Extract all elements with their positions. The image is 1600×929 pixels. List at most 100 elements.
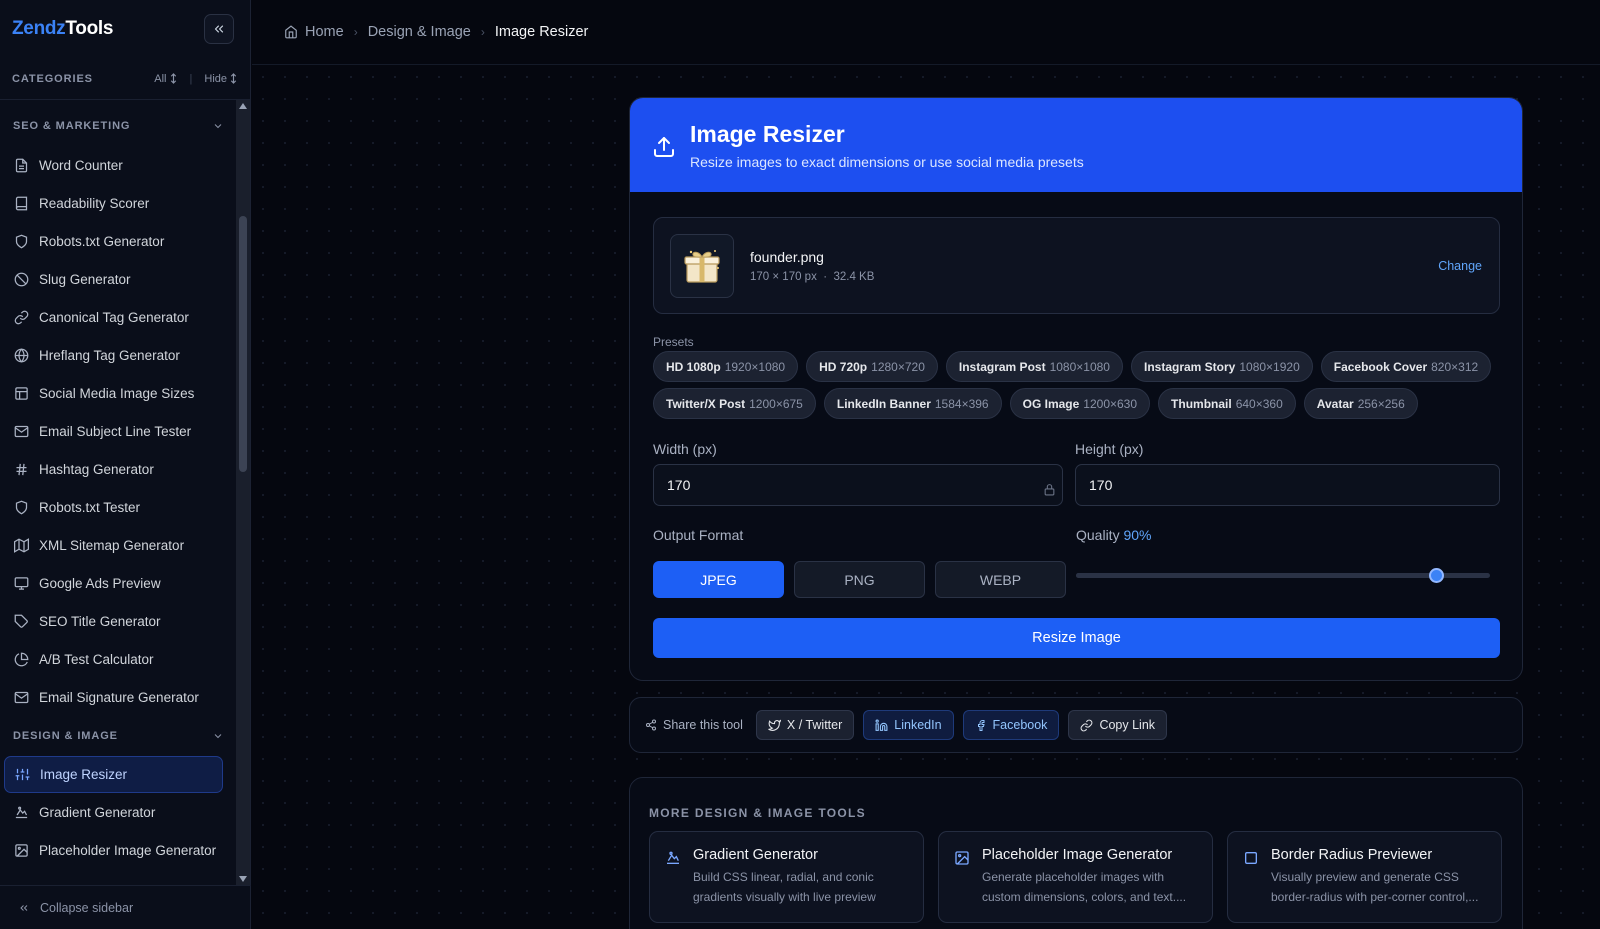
tool-card-border-radius-previewer[interactable]: Border Radius Previewer Visually preview… [1227,831,1502,923]
gradient-icon [13,804,29,820]
scroll-down-icon[interactable] [239,876,247,882]
preset-name: Thumbnail [1171,396,1232,411]
preset-name: HD 1080p [666,359,721,374]
height-input[interactable]: 170 [1075,464,1500,506]
breadcrumb-category[interactable]: Design & Image [368,24,471,40]
quality-value: 90% [1123,527,1152,543]
preset-chip[interactable]: HD 720p 1280×720 [806,351,938,382]
preset-chip[interactable]: Avatar 256×256 [1303,388,1418,419]
share-button-label: X / Twitter [786,718,843,732]
file-info: founder.png 170 × 170 px · 32.4 KB [750,249,874,283]
sidebar-item-hreflang-tag-generator[interactable]: Hreflang Tag Generator [0,336,231,374]
preset-chip[interactable]: Thumbnail 640×360 [1158,388,1296,419]
sidebar-item-placeholder-image-generator[interactable]: Placeholder Image Generator [0,831,231,869]
share-linkedin-button[interactable]: LinkedIn [863,710,954,740]
tool-card-gradient-generator[interactable]: Gradient Generator Build CSS linear, rad… [649,831,924,923]
breadcrumb-home[interactable]: Home [284,24,344,40]
sidebar-item-label: Image Resizer [40,767,128,782]
gift-image-icon [684,249,720,283]
format-png-button[interactable]: PNG [794,561,925,598]
sidebar-item-slug-generator[interactable]: Slug Generator [0,260,231,298]
tool-card-desc: Build CSS linear, radial, and conic grad… [693,870,876,904]
copy-link-button[interactable]: Copy Link [1068,710,1168,740]
preset-chip[interactable]: Instagram Post 1080×1080 [945,351,1123,382]
quality-slider[interactable] [1076,568,1490,583]
facebook-icon [977,719,985,731]
sidebar-item-label: Canonical Tag Generator [39,309,189,325]
more-tools: MORE DESIGN & IMAGE TOOLS Gradient Gener… [629,777,1523,929]
width-value: 170 [667,477,691,493]
sidebar-item-label: Placeholder Image Generator [39,842,217,858]
sidebar-item-robots-tester[interactable]: Robots.txt Tester [0,488,231,526]
categories-label: CATEGORIES [12,72,93,85]
file-dimensions: 170 × 170 px [750,270,817,283]
preset-chip[interactable]: Twitter/X Post 1200×675 [653,388,816,419]
sidebar-item-label: Social Media Image Sizes [39,385,195,401]
collapse-sidebar-link[interactable]: Collapse sidebar [0,885,251,929]
preset-chip[interactable]: LinkedIn Banner 1584×396 [823,388,1002,419]
preset-dims: 256×256 [1357,396,1405,411]
share-twitter-button[interactable]: X / Twitter [755,710,855,740]
change-file-button[interactable]: Change [1438,259,1482,273]
width-input[interactable]: 170 [653,464,1063,506]
sidebar-item-email-subject-line-tester[interactable]: Email Subject Line Tester [0,412,231,450]
gradient-icon [665,850,681,866]
sidebar-item-email-signature-generator[interactable]: Email Signature Generator [0,678,231,716]
preset-chip[interactable]: HD 1080p 1920×1080 [653,351,799,382]
sidebar-item-readability-scorer[interactable]: Readability Scorer [0,184,231,222]
sidebar-item-label: Hashtag Generator [39,461,154,477]
height-value: 170 [1089,477,1113,493]
section-design-image[interactable]: DESIGN & IMAGE [0,716,236,756]
shield-icon [13,499,29,515]
lock-icon[interactable] [1043,483,1056,496]
preset-chip[interactable]: Instagram Story 1080×1920 [1130,351,1313,382]
sidebar-item-google-ads-preview[interactable]: Google Ads Preview [0,564,231,602]
preset-chip[interactable]: OG Image 1200×630 [1009,388,1151,419]
share-facebook-button[interactable]: Facebook [962,710,1060,740]
layout-icon [13,385,29,401]
pie-icon [13,651,29,667]
sidebar-item-word-counter[interactable]: Word Counter [0,146,231,184]
share-icon [646,719,656,731]
quality-slider-handle[interactable] [1429,568,1445,583]
file-meta: 170 × 170 px · 32.4 KB [750,271,874,283]
tool-card-name: Border Radius Previewer [1271,847,1433,863]
all-toggle[interactable]: All [154,73,177,85]
sidebar-item-label: Email Subject Line Tester [39,423,192,439]
chevrons-left-icon [214,25,224,33]
scrollbar-thumb[interactable] [239,216,247,472]
collapse-sidebar-button[interactable] [204,14,234,44]
chevrons-left-icon [20,904,28,911]
preset-dims: 1200×630 [1083,396,1138,411]
chevron-right-icon: › [480,25,485,39]
sidebar-item-canonical-tag-generator[interactable]: Canonical Tag Generator [0,298,231,336]
sidebar-scrollbar[interactable] [236,100,250,885]
preset-chip[interactable]: Facebook Cover 820×312 [1320,351,1492,382]
chevron-down-icon [214,124,222,129]
share-button-label: Copy Link [1099,718,1156,732]
tool-subtitle: Resize images to exact dimensions or use… [690,153,1084,170]
sidebar-item-robots-generator[interactable]: Robots.txt Generator [0,222,231,260]
resize-image-button[interactable]: Resize Image [653,618,1500,658]
shield-icon [13,233,29,249]
sidebar-item-hashtag-generator[interactable]: Hashtag Generator [0,450,231,488]
hide-label: Hide [204,72,227,85]
format-jpeg-button[interactable]: JPEG [653,561,784,598]
tool-card-placeholder-image-generator[interactable]: Placeholder Image Generator Generate pla… [938,831,1213,923]
sidebar-item-seo-title-generator[interactable]: SEO Title Generator [0,602,231,640]
sidebar-item-xml-sitemap-generator[interactable]: XML Sitemap Generator [0,526,231,564]
breadcrumb-current: Image Resizer [494,24,589,40]
share-label: Share this tool [645,718,743,732]
sidebar-item-image-resizer[interactable]: Image Resizer [4,756,223,793]
sidebar-item-social-media-image-sizes[interactable]: Social Media Image Sizes [0,374,231,412]
logo[interactable]: ZendzTools [12,18,113,40]
format-webp-button[interactable]: WEBP [935,561,1066,598]
breadcrumb: Home › Design & Image › Image Resizer [252,0,1600,65]
scroll-up-icon[interactable] [239,103,247,109]
link-icon [13,309,29,325]
ban-icon [13,271,29,287]
section-seo-marketing[interactable]: SEO & MARKETING [0,106,236,146]
sidebar-item-gradient-generator[interactable]: Gradient Generator [0,793,231,831]
hide-toggle[interactable]: Hide [204,73,238,85]
sidebar-item-ab-test-calculator[interactable]: A/B Test Calculator [0,640,231,678]
